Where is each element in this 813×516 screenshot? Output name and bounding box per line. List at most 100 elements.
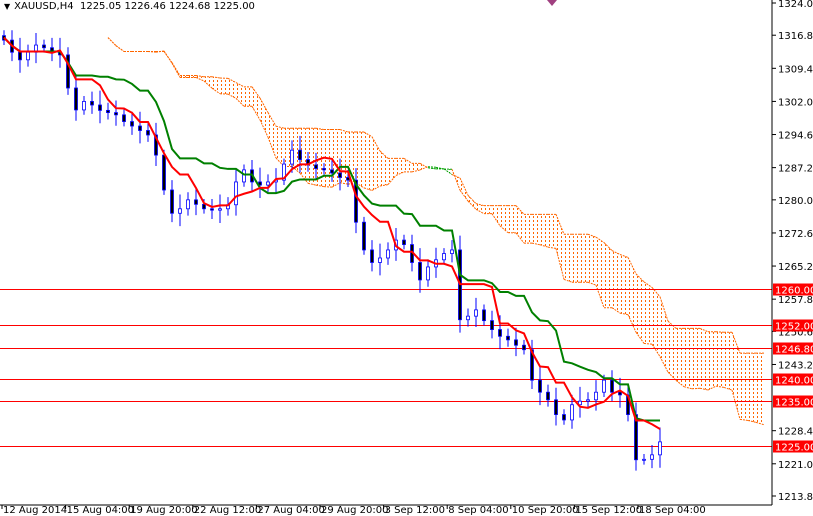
cloud-segment xyxy=(652,287,660,357)
candle-body xyxy=(426,266,430,281)
price-tick-label: 1228.40 xyxy=(778,427,813,438)
cloud-segment xyxy=(372,136,380,191)
price-tick-label: 1265.20 xyxy=(778,262,813,273)
cloud-segment xyxy=(668,321,676,381)
candle-body xyxy=(402,239,406,245)
price-level-label: 1240.00 xyxy=(775,376,813,387)
candle-body xyxy=(194,199,198,205)
cloud-segment xyxy=(636,273,644,344)
candle-body xyxy=(562,414,566,421)
cloud-segment xyxy=(524,214,532,244)
senkou-span-a xyxy=(691,387,701,390)
candle-body xyxy=(210,208,214,211)
candle-body xyxy=(170,189,174,214)
price-tick-label: 1302.00 xyxy=(778,97,813,108)
candle-body xyxy=(330,169,334,174)
time-tick-label: 15 Aug 04:00 xyxy=(67,505,134,516)
price-tick-label: 1294.60 xyxy=(778,131,813,142)
price-tick-label: 1280.00 xyxy=(778,196,813,207)
candle-body xyxy=(522,344,526,351)
cloud-segment xyxy=(572,234,580,283)
cloud-segment xyxy=(564,234,572,283)
senkou-span-b xyxy=(115,45,125,52)
cloud-segment xyxy=(588,234,596,286)
candle-body xyxy=(242,169,246,183)
candle-body xyxy=(474,309,478,317)
cloud-segment xyxy=(308,128,316,186)
candle-body xyxy=(322,168,326,171)
price-chart[interactable]: 1324.00 1316.80 1309.40 1302.00 1294.60 1287.… xyxy=(0,0,813,516)
candle-body xyxy=(82,101,86,111)
candle-body xyxy=(490,320,494,330)
axes: 1324.00 1316.80 1309.40 1302.00 1294.60 1287.… xyxy=(0,0,813,516)
candle-body xyxy=(538,379,542,393)
cloud-segment xyxy=(660,296,668,373)
price-level-label: 1252.00 xyxy=(775,322,813,333)
symbol-label: XAUUSD,H4 xyxy=(14,1,74,12)
cloud-segment xyxy=(740,353,748,421)
candle-body xyxy=(130,121,134,127)
cloud-segment xyxy=(756,353,764,425)
candle-body xyxy=(362,221,366,251)
time-tick-label: 29 Aug 20:00 xyxy=(321,505,388,516)
candle-body xyxy=(418,262,422,281)
dropdown-triangle-icon[interactable]: ▼ xyxy=(4,2,10,11)
candle-body xyxy=(338,172,342,178)
candle-body xyxy=(114,112,118,116)
cloud-segment xyxy=(356,132,364,188)
time-tick-label: 15 Sep 12:00 xyxy=(575,505,642,516)
cloud-segment xyxy=(700,328,708,391)
candle-body xyxy=(506,335,510,341)
price-tick-label: 1213.80 xyxy=(778,492,813,503)
cloud-segment xyxy=(492,205,500,226)
candle-body xyxy=(650,454,654,460)
candle-body xyxy=(266,181,270,186)
candle-body xyxy=(466,315,470,321)
candle-body xyxy=(610,379,614,393)
price-tick-label: 1324.00 xyxy=(778,0,813,10)
candle-body xyxy=(298,149,302,160)
candle-body xyxy=(442,253,446,261)
chart-shift-marker[interactable] xyxy=(547,0,557,6)
senkou-span-a xyxy=(427,166,437,168)
cloud-segment xyxy=(708,331,716,391)
candle-body xyxy=(186,199,190,210)
cloud-segment xyxy=(580,234,588,283)
candle-body xyxy=(90,101,94,106)
candle-body xyxy=(162,154,166,191)
cloud-segment xyxy=(604,242,612,308)
ohlc-readout: 1225.05 1226.46 1224.68 1225.00 xyxy=(79,1,255,12)
candle-body xyxy=(106,109,110,114)
cloud-segment xyxy=(212,76,220,94)
time-tick-label: 22 Aug 12:00 xyxy=(194,505,261,516)
price-tick-label: 1257.80 xyxy=(778,295,813,306)
cloud-segment xyxy=(508,205,516,233)
candle-body xyxy=(586,399,590,402)
cloud-segment xyxy=(380,151,388,187)
candle-body xyxy=(370,249,374,263)
candle-body xyxy=(378,257,382,263)
candle-body xyxy=(234,181,238,206)
time-tick-label: 19 Aug 20:00 xyxy=(130,505,197,516)
candle-body xyxy=(26,51,30,61)
cloud-segment xyxy=(724,332,732,391)
candle-body xyxy=(482,309,486,322)
candle-body xyxy=(594,391,598,401)
candle-body xyxy=(146,130,150,136)
cloud-segment xyxy=(332,129,340,188)
cloud-segment xyxy=(612,250,620,314)
price-level-label: 1246.80 xyxy=(775,345,813,356)
cloud-segment xyxy=(484,205,492,214)
price-tick-label: 1243.20 xyxy=(778,360,813,371)
time-tick-label: 10 Sep 20:00 xyxy=(512,505,579,516)
cloud-segment xyxy=(220,78,228,95)
cloud-segment xyxy=(620,254,628,315)
candle-body xyxy=(570,404,574,421)
price-tick-label: 1272.60 xyxy=(778,229,813,240)
cloud-segment xyxy=(388,158,396,185)
candle-body xyxy=(18,51,22,61)
cloud-segment xyxy=(644,281,652,345)
candle-body xyxy=(290,149,294,165)
candle-body xyxy=(498,329,502,337)
candle-body xyxy=(554,399,558,415)
